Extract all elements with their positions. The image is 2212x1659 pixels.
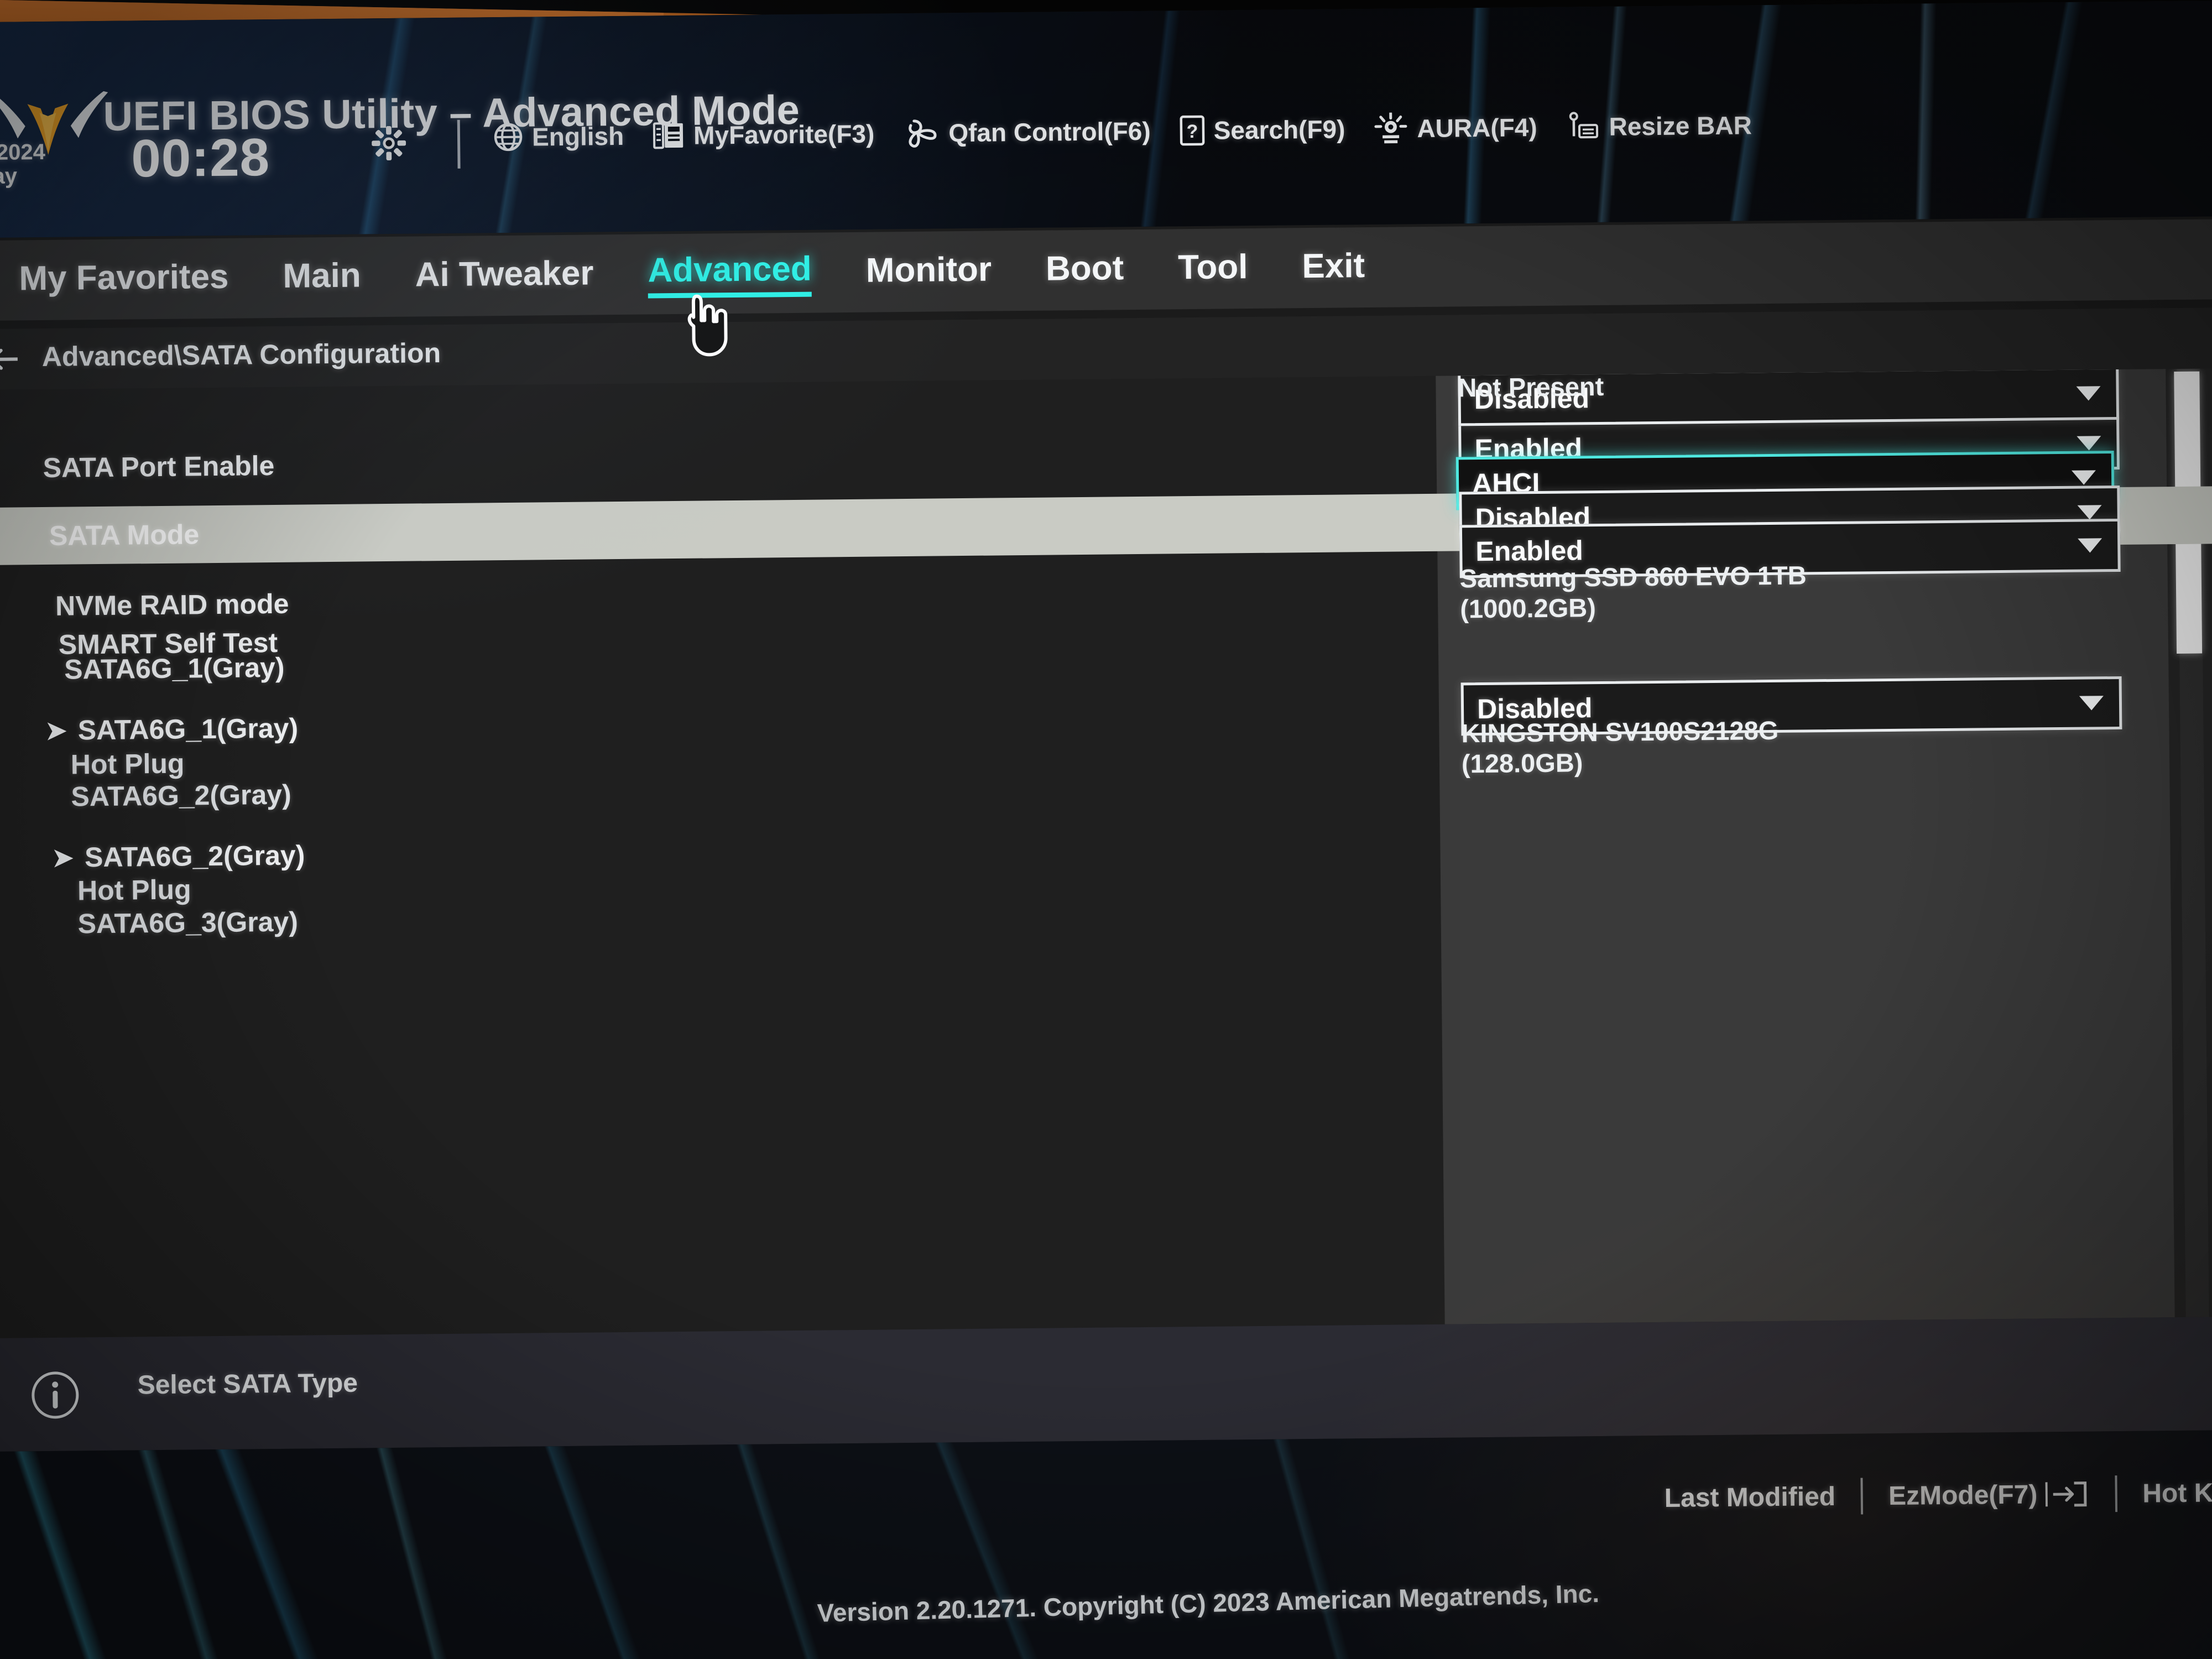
chevron-down-icon <box>2077 505 2102 520</box>
tab-exit[interactable]: Exit <box>1302 246 1365 289</box>
chevron-down-icon <box>2076 386 2101 401</box>
tab-ai-tweaker[interactable]: Ai Tweaker <box>415 253 594 298</box>
pointing-hand-cursor <box>687 294 728 357</box>
breadcrumb: Advanced\SATA Configuration <box>41 337 441 373</box>
resizebar-icon <box>1569 112 1598 139</box>
device-info-value: Not Present <box>1458 371 1604 403</box>
qfan-control-label: Qfan Control(F6) <box>948 116 1151 148</box>
qfan-icon <box>909 119 937 148</box>
info-icon <box>32 1371 79 1419</box>
date-value: 05/2024 <box>0 139 46 165</box>
header-divider <box>457 119 461 169</box>
bios-screen: UEFI BIOS Utility – Advanced Mode 05/202… <box>0 1 2212 1659</box>
myfavorite-icon <box>653 122 684 149</box>
last-modified-button[interactable]: Last Modified <box>1664 1481 1835 1513</box>
myfavorite-label: MyFavorite(F3) <box>693 119 875 150</box>
bios-footer: Last Modified EzMode(F7) Hot Key Version… <box>0 1430 2212 1659</box>
setting-label: SATA6G_2(Gray) <box>71 779 291 812</box>
aura-icon <box>1374 112 1407 144</box>
resize-bar-button[interactable]: Resize BAR <box>1566 109 1752 143</box>
help-description-bar: Select SATA Type <box>0 1316 2212 1452</box>
setting-label: SATA6G_1(Gray) <box>64 651 285 685</box>
chevron-down-icon <box>2078 538 2103 553</box>
photo-of-monitor: UEFI BIOS Utility – Advanced Mode 05/202… <box>0 0 2212 1659</box>
aura-button[interactable]: AURA(F4) <box>1374 111 1537 145</box>
setting-label: SATA6G_3(Gray) <box>77 906 299 940</box>
copyright-text: Version 2.20.1271. Copyright (C) 2023 Am… <box>817 1578 1600 1627</box>
setting-label: SATA Port Enable <box>43 450 275 484</box>
device-info-value: Samsung SSD 860 EVO 1TB (1000.2GB) <box>1459 560 1807 623</box>
device-info-value: KINGSTON SV100S2128G (128.0GB) <box>1461 715 1779 778</box>
language-label: English <box>531 121 624 152</box>
weekday-value: nday <box>0 164 18 189</box>
tab-advanced[interactable]: Advanced <box>648 249 812 298</box>
gear-icon[interactable] <box>372 126 406 161</box>
chevron-down-icon <box>2077 436 2101 451</box>
arrow-into-box-icon <box>2045 1481 2087 1507</box>
aura-label: AURA(F4) <box>1417 113 1537 143</box>
back-arrow-icon[interactable] <box>0 345 20 373</box>
hotkey-label: Hot Key <box>2142 1478 2212 1509</box>
tab-main[interactable]: Main <box>283 255 361 299</box>
myfavorite-button[interactable]: MyFavorite(F3) <box>653 119 875 151</box>
settings-panel: SATA Port Enable Enabled SATA Mode AHCI NVMe… <box>0 365 2212 1338</box>
bios-header: UEFI BIOS Utility – Advanced Mode 05/202… <box>0 1 2212 238</box>
ezmode-button[interactable]: EzMode(F7) <box>1888 1479 2090 1511</box>
setting-label: SATA Mode <box>49 519 200 551</box>
chevron-down-icon <box>2071 470 2096 485</box>
hotkey-button[interactable]: Hot Key <box>2142 1477 2212 1509</box>
tab-boot[interactable]: Boot <box>1046 248 1124 291</box>
tab-monitor[interactable]: Monitor <box>865 250 992 294</box>
ezmode-label: EzMode(F7) <box>1888 1479 2038 1511</box>
system-date: 05/2024 nday <box>0 140 45 189</box>
tab-my-favorites[interactable]: My Favorites <box>19 257 229 302</box>
language-selector[interactable]: English <box>493 121 624 152</box>
svg-text:?: ? <box>1186 121 1198 142</box>
footer-divider-1 <box>1860 1478 1864 1515</box>
tab-tool[interactable]: Tool <box>1178 247 1248 290</box>
help-text: Select SATA Type <box>137 1368 358 1400</box>
chevron-down-icon <box>2079 696 2104 711</box>
globe-icon <box>494 123 523 152</box>
footer-actions: Last Modified EzMode(F7) Hot Key <box>1664 1474 2212 1516</box>
qfan-control-button[interactable]: Qfan Control(F6) <box>903 116 1151 148</box>
system-clock: 00:28 <box>131 128 270 189</box>
search-button[interactable]: ? Search(F9) <box>1179 113 1345 146</box>
resize-bar-label: Resize BAR <box>1609 111 1752 141</box>
search-icon: ? <box>1180 115 1205 146</box>
last-modified-label: Last Modified <box>1664 1481 1836 1513</box>
footer-divider-2 <box>2115 1475 2117 1512</box>
search-label: Search(F9) <box>1213 114 1345 145</box>
